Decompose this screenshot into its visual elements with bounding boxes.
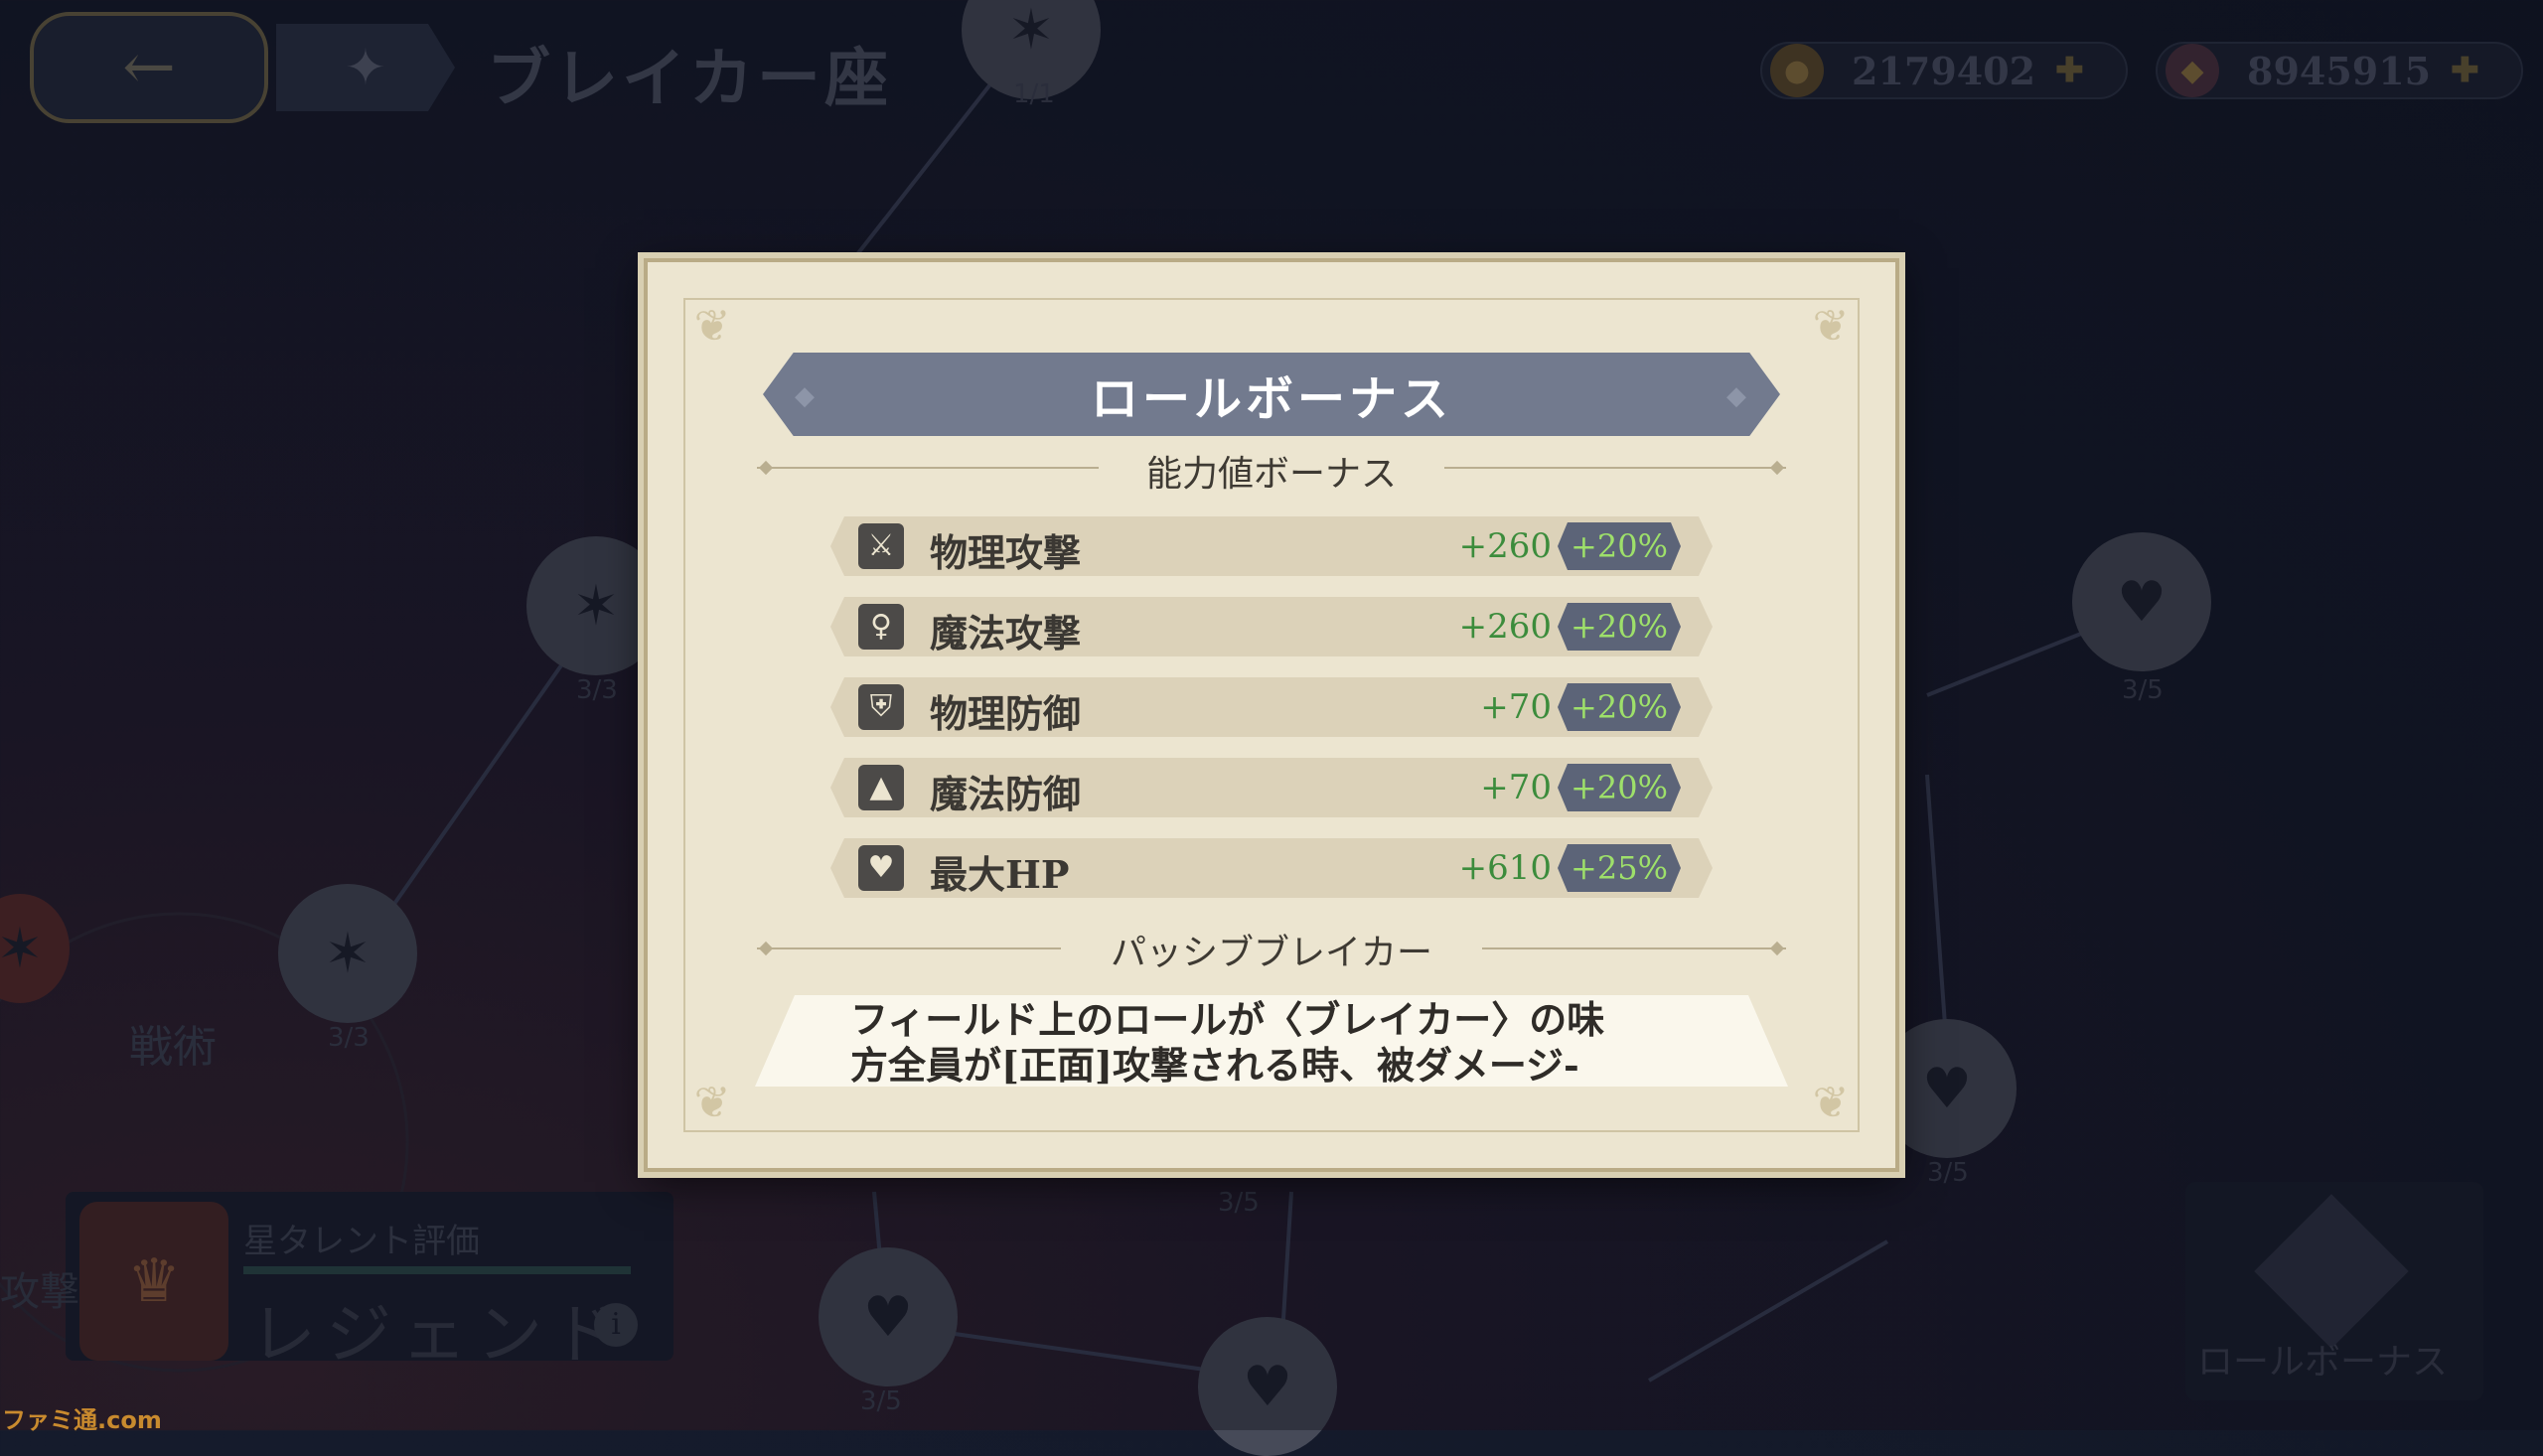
- stat-flat-value: +260: [1458, 607, 1552, 647]
- stat-percent-badge: +20%: [1558, 683, 1681, 731]
- passive-description: フィールド上のロールが〈ブレイカー〉の味 方全員が[正面]攻撃される時、被ダメー…: [850, 997, 1705, 1089]
- stat-label: 魔法防御: [930, 772, 1082, 816]
- passive-section-title: パッシブブレイカー: [1110, 933, 1432, 973]
- corner-ornament-icon: ❦: [1812, 301, 1850, 352]
- section-divider: [1444, 467, 1786, 469]
- section-divider: [757, 947, 1061, 949]
- stat-label: 物理防御: [930, 691, 1082, 736]
- wizard-hat-icon: ▲: [858, 765, 904, 810]
- shield-icon: ⛨: [858, 684, 904, 730]
- stat-label: 魔法攻撃: [930, 611, 1082, 655]
- stat-section-title: 能力値ボーナス: [1145, 454, 1397, 495]
- passive-line-2: 方全員が[正面]攻撃される時、被ダメージ-: [850, 1043, 1579, 1088]
- stat-flat-value: +260: [1458, 526, 1552, 566]
- stat-label: 最大HP: [930, 852, 1070, 897]
- corner-ornament-icon: ❦: [693, 1078, 731, 1128]
- stat-percent-badge: +20%: [1558, 603, 1681, 651]
- stat-flat-value: +70: [1480, 687, 1552, 727]
- passive-line-1: フィールド上のロールが〈ブレイカー〉の味: [850, 997, 1605, 1042]
- dialog-title: ロールボーナス: [1090, 371, 1452, 427]
- dialog-header-banner: ロールボーナス: [763, 353, 1780, 436]
- heart-icon: ♥: [858, 845, 904, 891]
- section-divider: [757, 467, 1099, 469]
- staff-icon: ♀: [858, 604, 904, 650]
- stat-percent-badge: +20%: [1558, 764, 1681, 811]
- stat-label: 物理攻撃: [930, 530, 1082, 575]
- stat-percent-badge: +25%: [1558, 844, 1681, 892]
- diamond-ornament-icon: ◆: [795, 381, 815, 411]
- corner-ornament-icon: ❦: [693, 301, 731, 352]
- corner-ornament-icon: ❦: [1812, 1078, 1850, 1128]
- sword-icon: ⚔: [858, 523, 904, 569]
- stat-percent-badge: +20%: [1558, 522, 1681, 570]
- section-divider: [1482, 947, 1786, 949]
- stat-flat-value: +70: [1480, 768, 1552, 807]
- diamond-ornament-icon: ◆: [1726, 381, 1746, 411]
- stat-flat-value: +610: [1458, 848, 1552, 888]
